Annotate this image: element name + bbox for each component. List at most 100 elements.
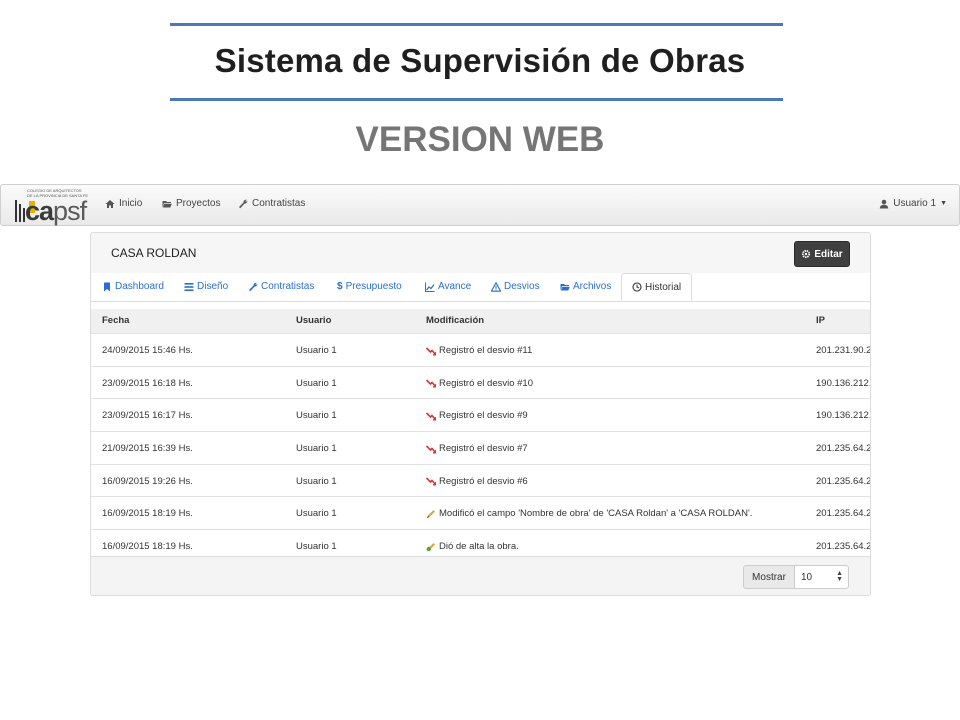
tab-archivos-label: Archivos	[573, 281, 612, 292]
project-panel: CASA ROLDAN Editar Dashboard Diseño Cont…	[90, 232, 871, 596]
table-row: 23/09/2015 16:18 Hs. Usuario 1 Registró el…	[91, 365, 871, 399]
warning-icon	[491, 281, 501, 292]
pencil-icon	[427, 509, 435, 518]
cell-usuario: Usuario 1	[296, 475, 337, 487]
tab-contratistas[interactable]: Contratistas	[248, 281, 314, 292]
tab-avance[interactable]: Avance	[425, 281, 471, 292]
tab-desvios[interactable]: Desvios	[491, 281, 540, 292]
nav-proyectos-label: Proyectos	[176, 198, 221, 209]
page-size-label: Mostrar	[743, 565, 795, 589]
user-menu[interactable]: Usuario 1 ▼	[879, 198, 947, 209]
table-row: 23/09/2015 16:17 Hs. Usuario 1 Registró el…	[91, 398, 870, 431]
create-icon	[426, 542, 435, 551]
desvio-icon	[426, 477, 436, 486]
table-row: 16/09/2015 18:19 Hs. Usuario 1 Modificó el…	[91, 496, 870, 529]
cell-modificacion-text: Registró el desvio #9	[439, 410, 528, 422]
cell-modificacion: Registró el desvio #9	[426, 410, 528, 421]
logo-bars-icon	[15, 200, 25, 222]
cell-modificacion: Registró el desvio #6	[426, 476, 528, 487]
col-ip[interactable]: IP	[816, 315, 825, 326]
nav-proyectos[interactable]: Proyectos	[162, 198, 220, 209]
nav-contratistas[interactable]: Contratistas	[238, 198, 305, 209]
bookmark-icon	[104, 282, 110, 291]
cell-modificacion-text: Modificó el campo 'Nombre de obra' de 'C…	[439, 508, 753, 520]
dollar-icon: $	[337, 281, 343, 292]
project-tabs: Dashboard Diseño Contratistas $ Presupue…	[91, 273, 870, 302]
desvio-icon	[426, 346, 436, 355]
cell-ip: 201.235.64.2	[816, 475, 871, 487]
tab-desvios-label: Desvios	[504, 281, 540, 292]
col-fecha[interactable]: Fecha	[102, 315, 129, 326]
gear-icon	[802, 249, 811, 259]
table-row: 16/09/2015 19:26 Hs. Usuario 1 Registró el…	[91, 463, 871, 497]
user-icon	[880, 199, 889, 208]
cell-usuario: Usuario 1	[296, 508, 337, 520]
wrench-icon	[249, 282, 258, 291]
edit-button-label: Editar	[814, 248, 843, 260]
tab-diseno-label: Diseño	[197, 281, 229, 292]
tab-presupuesto[interactable]: $ Presupuesto	[337, 281, 402, 292]
cell-ip: 190.136.212.	[816, 377, 871, 389]
table-footer: Mostrar 10 ▲ ▼	[91, 556, 870, 595]
cell-fecha: 16/09/2015 18:19 Hs.	[102, 508, 193, 520]
cell-fecha: 16/09/2015 18:19 Hs.	[102, 541, 193, 553]
cell-ip: 201.235.64.2	[816, 541, 871, 553]
cell-modificacion: Registró el desvio #7	[426, 443, 528, 454]
cell-usuario: Usuario 1	[296, 541, 337, 553]
home-icon	[105, 199, 115, 208]
tab-contratistas-label: Contratistas	[261, 281, 315, 292]
capsf-logo[interactable]: COLEGIO DE ARQUITECTOS DE LA PROVINCIA D…	[15, 188, 93, 226]
tab-dashboard[interactable]: Dashboard	[102, 281, 164, 292]
table-header: Fecha Usuario Modificación IP	[91, 309, 870, 333]
cell-ip: 201.235.64.2	[816, 508, 871, 520]
table-row: 21/09/2015 16:39 Hs. Usuario 1 Registró el…	[91, 431, 870, 464]
cell-modificacion-text: Registró el desvio #7	[439, 443, 528, 455]
slide-subtitle: VERSION WEB	[355, 120, 605, 159]
cell-modificacion: Registró el desvio #10	[426, 378, 533, 389]
user-menu-label: Usuario 1	[893, 198, 937, 209]
table-body: 24/09/2015 15:46 Hs. Usuario 1 Registró el…	[91, 333, 870, 562]
logo-text: capsf	[25, 196, 87, 226]
tab-diseno[interactable]: Diseño	[184, 281, 228, 292]
cell-usuario: Usuario 1	[296, 345, 337, 356]
clock-icon	[632, 282, 642, 292]
col-modificacion[interactable]: Modificación	[426, 315, 484, 326]
nav-contratistas-label: Contratistas	[252, 198, 306, 209]
tab-presupuesto-label: Presupuesto	[345, 281, 402, 292]
chart-line-icon	[425, 282, 435, 292]
title-rule-bottom	[170, 98, 783, 101]
desvio-icon	[426, 444, 436, 454]
slide-title: Sistema de Supervisión de Obras	[214, 42, 746, 79]
edit-button[interactable]: Editar	[794, 241, 850, 267]
cell-modificacion-text: Registró el desvio #11	[439, 345, 533, 356]
cell-fecha: 24/09/2015 15:46 Hs.	[102, 345, 193, 356]
cell-modificacion: Dió de alta la obra.	[426, 541, 519, 552]
cell-fecha: 23/09/2015 16:17 Hs.	[102, 410, 193, 422]
page-size-select[interactable]: 10 ▲ ▼	[795, 565, 849, 589]
cell-usuario: Usuario 1	[296, 377, 337, 389]
cell-modificacion-text: Registró el desvio #10	[439, 377, 533, 389]
desvio-icon	[426, 412, 436, 421]
table-row: 24/09/2015 15:46 Hs. Usuario 1 Registró el…	[91, 333, 870, 366]
tab-historial-label: Historial	[645, 281, 682, 293]
page-size-value: 10	[801, 571, 813, 583]
cell-modificacion: Modificó el campo 'Nombre de obra' de 'C…	[426, 508, 752, 519]
tab-archivos[interactable]: Archivos	[560, 281, 611, 292]
title-rule-top	[170, 23, 783, 26]
updown-arrows-icon: ▲ ▼	[836, 570, 843, 583]
cell-fecha: 16/09/2015 19:26 Hs.	[102, 475, 193, 487]
nav-inicio[interactable]: Inicio	[105, 198, 142, 209]
folder-open-icon	[162, 200, 172, 207]
panel-header: CASA ROLDAN Editar	[91, 233, 870, 273]
history-table: Fecha Usuario Modificación IP 24/09/2015…	[91, 309, 870, 562]
cell-usuario: Usuario 1	[296, 410, 337, 422]
nav-inicio-label: Inicio	[119, 198, 143, 209]
tab-avance-label: Avance	[438, 281, 472, 292]
desvio-icon	[426, 379, 436, 388]
cell-modificacion-text: Dió de alta la obra.	[439, 541, 519, 553]
tab-dashboard-label: Dashboard	[115, 281, 164, 292]
tab-historial[interactable]: Historial	[621, 273, 693, 301]
col-usuario[interactable]: Usuario	[296, 315, 331, 326]
cell-ip: 201.231.90.2	[816, 345, 871, 356]
cell-ip: 201.235.64.2	[816, 443, 871, 455]
